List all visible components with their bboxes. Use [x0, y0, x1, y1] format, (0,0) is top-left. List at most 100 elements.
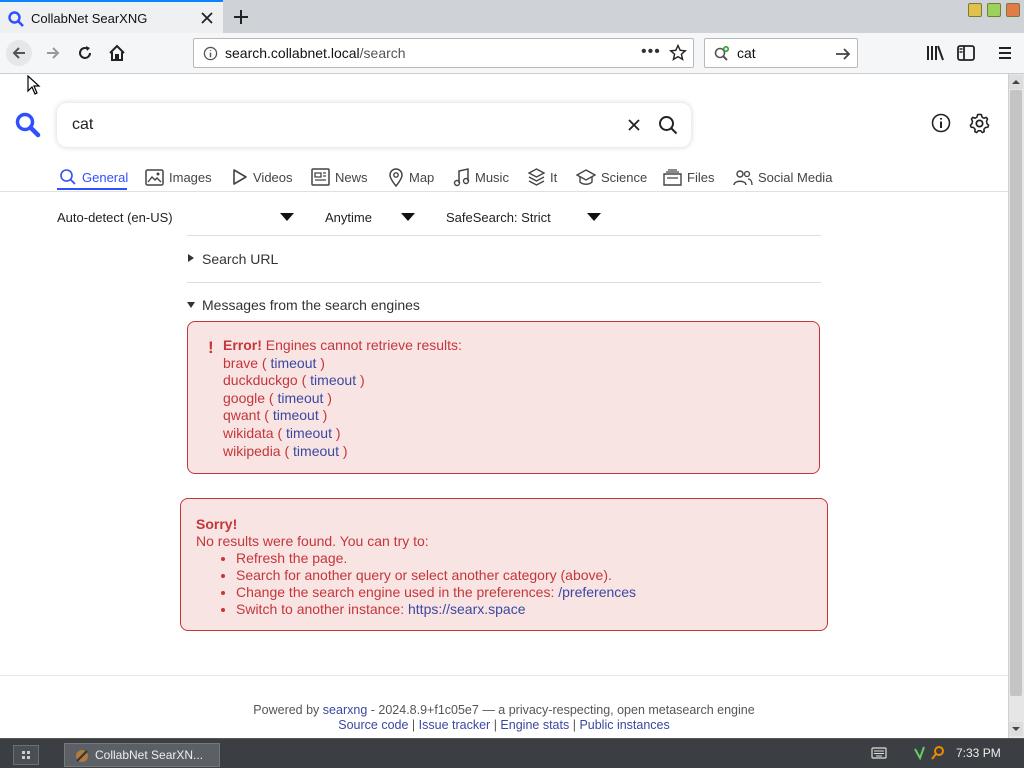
- category-files[interactable]: Files: [663, 165, 714, 189]
- maximize-button[interactable]: [987, 3, 1001, 17]
- divider: [187, 235, 821, 236]
- engine-error-item: wikidata ( timeout ): [223, 424, 341, 441]
- category-label: Map: [409, 169, 435, 185]
- category-general[interactable]: General: [59, 165, 128, 189]
- chevron-down-icon[interactable]: [280, 213, 294, 221]
- arrow-right-icon: [47, 47, 60, 59]
- about-info-icon[interactable]: [931, 113, 951, 133]
- separator: |: [572, 718, 576, 732]
- error-reason-link[interactable]: timeout: [310, 372, 356, 388]
- collapse-triangle-icon[interactable]: [187, 302, 195, 308]
- new-tab-icon[interactable]: [231, 7, 251, 27]
- sorry-title: Sorry!: [196, 516, 238, 532]
- footer-links: Source code | Issue tracker | Engine sta…: [0, 718, 1008, 732]
- error-reason-link[interactable]: timeout: [278, 390, 324, 406]
- no-results-box: Sorry! No results were found. You can tr…: [180, 498, 828, 631]
- layers-icon: [528, 168, 545, 186]
- url-bar[interactable]: search.collabnet.local/search •••: [193, 38, 694, 68]
- library-icon[interactable]: [925, 44, 945, 62]
- category-images[interactable]: Images: [145, 165, 212, 189]
- mouse-cursor-icon: [27, 75, 41, 95]
- engine-name: duckduckgo: [223, 372, 298, 389]
- time-range-select[interactable]: Anytime: [325, 210, 372, 225]
- public-instances-link[interactable]: Public instances: [579, 718, 669, 732]
- start-menu-button[interactable]: [13, 745, 39, 765]
- engine-name: qwant: [223, 407, 261, 424]
- error-reason-link[interactable]: timeout: [286, 425, 332, 441]
- suggestion-text: Change the search engine used in the pre…: [236, 584, 555, 600]
- network-tray-icon[interactable]: [913, 744, 949, 762]
- search-input[interactable]: cat: [72, 116, 93, 134]
- category-label: Videos: [253, 169, 293, 185]
- home-icon: [109, 44, 125, 61]
- category-science[interactable]: Science: [576, 165, 647, 189]
- chevron-up-icon: [1012, 80, 1020, 84]
- issue-tracker-link[interactable]: Issue tracker: [419, 718, 491, 732]
- play-icon: [233, 169, 247, 185]
- searxng-logo-icon[interactable]: [14, 111, 42, 139]
- window-close-button[interactable]: [1006, 3, 1020, 17]
- page-actions-menu-icon[interactable]: •••: [641, 43, 661, 61]
- engine-stats-link[interactable]: Engine stats: [500, 718, 569, 732]
- engine-error-item: google ( timeout ): [223, 389, 332, 406]
- search-icon[interactable]: [657, 114, 679, 136]
- suggestion-text: Switch to another instance:: [236, 601, 405, 617]
- category-music[interactable]: Music: [453, 165, 509, 189]
- category-social-media[interactable]: Social Media: [733, 165, 832, 189]
- engine-messages-toggle[interactable]: Messages from the search engines: [202, 297, 420, 313]
- clear-search-icon[interactable]: [625, 116, 643, 134]
- back-button[interactable]: [6, 40, 32, 66]
- chevron-down-icon[interactable]: [587, 213, 601, 221]
- search-url-toggle[interactable]: Search URL: [202, 251, 278, 267]
- searx-space-link[interactable]: https://searx.space: [408, 601, 526, 617]
- category-news[interactable]: News: [311, 165, 368, 189]
- taskbar-window-label: CollabNet SearXN...: [95, 748, 204, 762]
- category-videos[interactable]: Videos: [232, 165, 293, 189]
- divider: [0, 675, 1008, 676]
- home-button[interactable]: [104, 40, 130, 66]
- separator: |: [411, 718, 416, 732]
- gear-icon[interactable]: [968, 112, 991, 135]
- safesearch-select[interactable]: SafeSearch: Strict: [446, 210, 551, 225]
- error-reason-link[interactable]: timeout: [293, 443, 339, 459]
- error-reason-link[interactable]: timeout: [273, 407, 319, 423]
- reload-button[interactable]: [72, 40, 98, 66]
- arrow-right-icon[interactable]: [834, 45, 852, 63]
- browser-tab[interactable]: CollabNet SearXNG: [0, 0, 223, 33]
- version-text: - 2024.8.9+f1c05e7 — a privacy-respectin…: [370, 703, 755, 717]
- app-icon: [76, 750, 88, 762]
- music-icon: [453, 167, 470, 186]
- divider: [0, 191, 1008, 192]
- category-label: Science: [601, 169, 648, 185]
- chevron-down-icon[interactable]: [401, 213, 415, 221]
- category-label: It: [550, 169, 558, 185]
- minimize-button[interactable]: [968, 3, 982, 17]
- scroll-down-button[interactable]: [1009, 722, 1023, 736]
- searxng-link[interactable]: searxng: [323, 703, 367, 717]
- graduation-cap-icon: [576, 168, 596, 185]
- browser-search-box[interactable]: cat: [704, 38, 858, 68]
- category-it[interactable]: It: [528, 165, 557, 189]
- taskbar-window-button[interactable]: CollabNet SearXN...: [64, 743, 220, 767]
- expand-triangle-icon[interactable]: [188, 254, 194, 262]
- preferences-link[interactable]: /preferences: [558, 584, 636, 600]
- engine-name: wikipedia: [223, 442, 281, 459]
- hamburger-menu-icon[interactable]: [997, 45, 1013, 61]
- info-icon[interactable]: [203, 46, 218, 61]
- bookmark-star-icon[interactable]: [669, 44, 687, 62]
- engine-error-item: brave ( timeout ): [223, 354, 325, 371]
- category-map[interactable]: Map: [388, 165, 434, 189]
- source-code-link[interactable]: Source code: [338, 718, 408, 732]
- close-tab-icon[interactable]: [199, 10, 215, 26]
- divider: [187, 282, 821, 283]
- sidebar-icon[interactable]: [957, 45, 975, 61]
- suggestion-item: Change the search engine used in the pre…: [236, 584, 636, 601]
- keyboard-icon[interactable]: [871, 746, 887, 760]
- scroll-up-button[interactable]: [1009, 75, 1023, 89]
- people-icon: [733, 169, 753, 185]
- forward-button[interactable]: [40, 40, 66, 66]
- scrollbar-thumb[interactable]: [1010, 90, 1022, 696]
- engine-error-content: Error! Engines cannot retrieve results: …: [223, 337, 462, 460]
- language-select[interactable]: Auto-detect (en-US): [57, 210, 173, 225]
- error-reason-link[interactable]: timeout: [270, 355, 316, 371]
